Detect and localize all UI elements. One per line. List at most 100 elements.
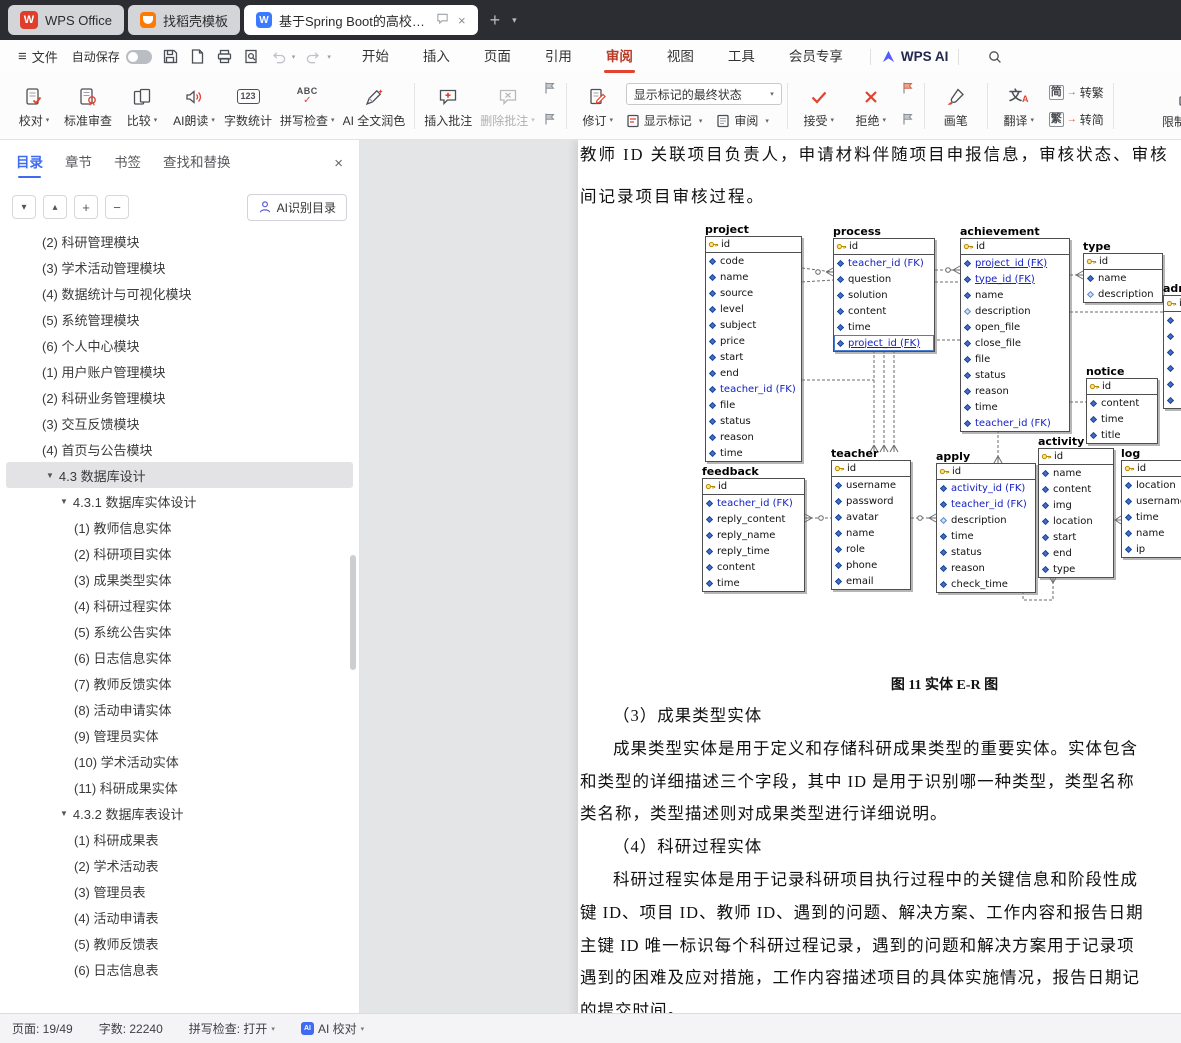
toc-item[interactable]: (7) 教师反馈实体	[6, 670, 353, 696]
toc-item[interactable]: (8) 活动申请实体	[6, 696, 353, 722]
toc-item[interactable]: ▼ 4.3 数据库设计	[6, 462, 353, 488]
insert-comment-button[interactable]: 插入批注	[420, 77, 476, 135]
toc-item[interactable]: (6) 日志信息实体	[6, 644, 353, 670]
toc-item[interactable]: (5) 系统管理模块	[6, 306, 353, 332]
expand-all-button[interactable]: ▴	[43, 195, 67, 219]
tab-docer-templates[interactable]: 找稻壳模板	[127, 5, 240, 35]
autosave-toggle-group[interactable]: 自动保存	[72, 48, 152, 65]
toc-item[interactable]: (4) 科研过程实体	[6, 592, 353, 618]
spell-check-status[interactable]: 拼写检查: 打开 ▾	[189, 1020, 275, 1037]
toc-item[interactable]: (1) 用户账户管理模块	[6, 358, 353, 384]
sidebar-scrollbar-thumb[interactable]	[350, 555, 356, 670]
simplified-to-traditional-button[interactable]: 简 → 转繁	[1048, 84, 1104, 101]
close-tab-icon[interactable]: ×	[458, 13, 466, 28]
expand-arrow-icon[interactable]: ▼	[60, 497, 68, 506]
toc-item[interactable]: ▼ 4.3.1 数据库实体设计	[6, 488, 353, 514]
new-tab-button[interactable]: +	[482, 10, 509, 31]
toc-item[interactable]: (5) 教师反馈表	[6, 930, 353, 956]
menu-tab-7[interactable]: 会员专享	[772, 40, 860, 73]
menu-tab-0[interactable]: 开始	[345, 40, 406, 73]
print-icon[interactable]	[216, 48, 233, 65]
track-changes-button[interactable]: 修订 ▾	[572, 77, 624, 135]
menu-tab-3[interactable]: 引用	[528, 40, 589, 73]
toc-item[interactable]: (6) 日志信息表	[6, 956, 353, 982]
sidebar-tab-0[interactable]: 目录	[16, 140, 43, 186]
next-comment-flag-icon[interactable]	[543, 112, 557, 131]
er-entity-type[interactable]: type id name description	[1083, 240, 1163, 303]
sidebar-tab-3[interactable]: 查找和替换	[163, 140, 231, 186]
marking-state-dropdown[interactable]: 显示标记的最终状态 ▾	[625, 83, 782, 105]
er-entity-project[interactable]: project id code name source level subject price…	[705, 223, 802, 462]
er-entity-admin[interactable]: adminid	[1163, 282, 1181, 409]
review-pane-button[interactable]: 审阅 ▾	[716, 112, 769, 129]
autosave-toggle-switch[interactable]	[125, 49, 152, 64]
er-entity-achievement[interactable]: achievement id project_id (FK) type_id (FK)…	[960, 225, 1070, 432]
compare-button[interactable]: 比较 ▾	[116, 77, 168, 135]
export-pdf-icon[interactable]	[189, 48, 206, 65]
tab-document[interactable]: W 基于Spring Boot的高校科研 ×	[243, 5, 478, 35]
delete-comment-button[interactable]: 删除批注 ▾	[476, 77, 539, 135]
menu-tab-4[interactable]: 审阅	[589, 40, 650, 73]
er-entity-activity[interactable]: activity id name content img location start end…	[1038, 435, 1114, 578]
er-entity-teacher[interactable]: teacher id username password avatar name role p…	[831, 447, 911, 590]
er-entity-apply[interactable]: apply id activity_id (FK) teacher_id (FK) de…	[936, 450, 1036, 593]
word-count-button[interactable]: 123 字数统计	[220, 77, 276, 135]
ink-brush-button[interactable]: 画笔	[930, 77, 982, 135]
next-revision-flag-icon[interactable]	[901, 112, 915, 131]
previous-revision-flag-icon[interactable]	[901, 81, 915, 100]
toc-item[interactable]: (11) 科研成果实体	[6, 774, 353, 800]
toc-item[interactable]: (1) 科研成果表	[6, 826, 353, 852]
toc-item[interactable]: (2) 科研项目实体	[6, 540, 353, 566]
toc-item[interactable]: ▼ 4.3.2 数据库表设计	[6, 800, 353, 826]
toc-item[interactable]: (3) 管理员表	[6, 878, 353, 904]
toc-item[interactable]: (3) 成果类型实体	[6, 566, 353, 592]
toc-item[interactable]: (4) 首页与公告模块	[6, 436, 353, 462]
redo-icon[interactable]	[305, 49, 322, 65]
collapse-all-button[interactable]: ▾	[12, 195, 36, 219]
file-menu-button[interactable]: ≡ 文件	[10, 47, 66, 66]
menu-tab-6[interactable]: 工具	[711, 40, 772, 73]
er-entity-process[interactable]: process id teacher_id (FK) question solution…	[833, 225, 935, 352]
word-count-indicator[interactable]: 字数: 22240	[99, 1020, 163, 1037]
ai-recognize-toc-button[interactable]: AI识别目录	[246, 193, 347, 221]
undo-chevron-icon[interactable]: ▾	[292, 53, 296, 61]
toc-item[interactable]: (1) 教师信息实体	[6, 514, 353, 540]
zoom-out-level-button[interactable]: −	[105, 195, 129, 219]
standard-review-button[interactable]: 标准审查	[60, 77, 116, 135]
toc-item[interactable]: (2) 科研业务管理模块	[6, 384, 353, 410]
show-markup-button[interactable]: 显示标记 ▾	[626, 112, 702, 129]
undo-icon[interactable]	[270, 49, 287, 65]
tab-wps-office[interactable]: W WPS Office	[8, 5, 124, 35]
toc-item[interactable]: (9) 管理员实体	[6, 722, 353, 748]
menu-tab-2[interactable]: 页面	[467, 40, 528, 73]
restrict-editing-button[interactable]: 限制编辑	[1158, 78, 1181, 136]
zoom-in-level-button[interactable]: +	[74, 195, 98, 219]
wps-ai-button[interactable]: WPS AI	[881, 49, 948, 64]
toc-item[interactable]: (4) 活动申请表	[6, 904, 353, 930]
expand-arrow-icon[interactable]: ▼	[60, 809, 68, 818]
tab-list-chevron-icon[interactable]: ▾	[508, 15, 521, 26]
accept-revision-button[interactable]: 接受 ▾	[793, 77, 845, 135]
sidebar-tab-2[interactable]: 书签	[114, 140, 141, 186]
toc-item[interactable]: (10) 学术活动实体	[6, 748, 353, 774]
document-page[interactable]: 教师 ID 关联项目负责人，申请材料伴随项目申报信息，审核状态、审核 间记录项目…	[578, 140, 1181, 1013]
spell-check-button[interactable]: ABC ✓ 拼写检查 ▾	[276, 77, 339, 135]
translate-button[interactable]: 文A 翻译 ▾	[993, 77, 1045, 135]
toc-item[interactable]: (4) 数据统计与可视化模块	[6, 280, 353, 306]
ai-read-aloud-button[interactable]: AI朗读 ▾	[168, 77, 220, 135]
toc-item[interactable]: (2) 科研管理模块	[6, 228, 353, 254]
save-icon[interactable]	[162, 48, 179, 65]
comment-bubble-icon[interactable]	[436, 12, 449, 28]
er-entity-notice[interactable]: notice id content time title	[1086, 365, 1158, 444]
menu-tab-1[interactable]: 插入	[406, 40, 467, 73]
close-sidebar-icon[interactable]: ×	[334, 155, 343, 172]
print-preview-icon[interactable]	[243, 48, 260, 65]
expand-arrow-icon[interactable]: ▼	[46, 471, 54, 480]
er-entity-feedback[interactable]: feedback id teacher_id (FK) reply_content re…	[702, 465, 805, 592]
sidebar-tab-1[interactable]: 章节	[65, 140, 92, 186]
menu-tab-5[interactable]: 视图	[650, 40, 711, 73]
toc-item[interactable]: (2) 学术活动表	[6, 852, 353, 878]
er-entity-log[interactable]: log id location username time name ip	[1121, 447, 1181, 558]
toc-item[interactable]: (5) 系统公告实体	[6, 618, 353, 644]
traditional-to-simplified-button[interactable]: 繁 → 转简	[1048, 111, 1104, 128]
